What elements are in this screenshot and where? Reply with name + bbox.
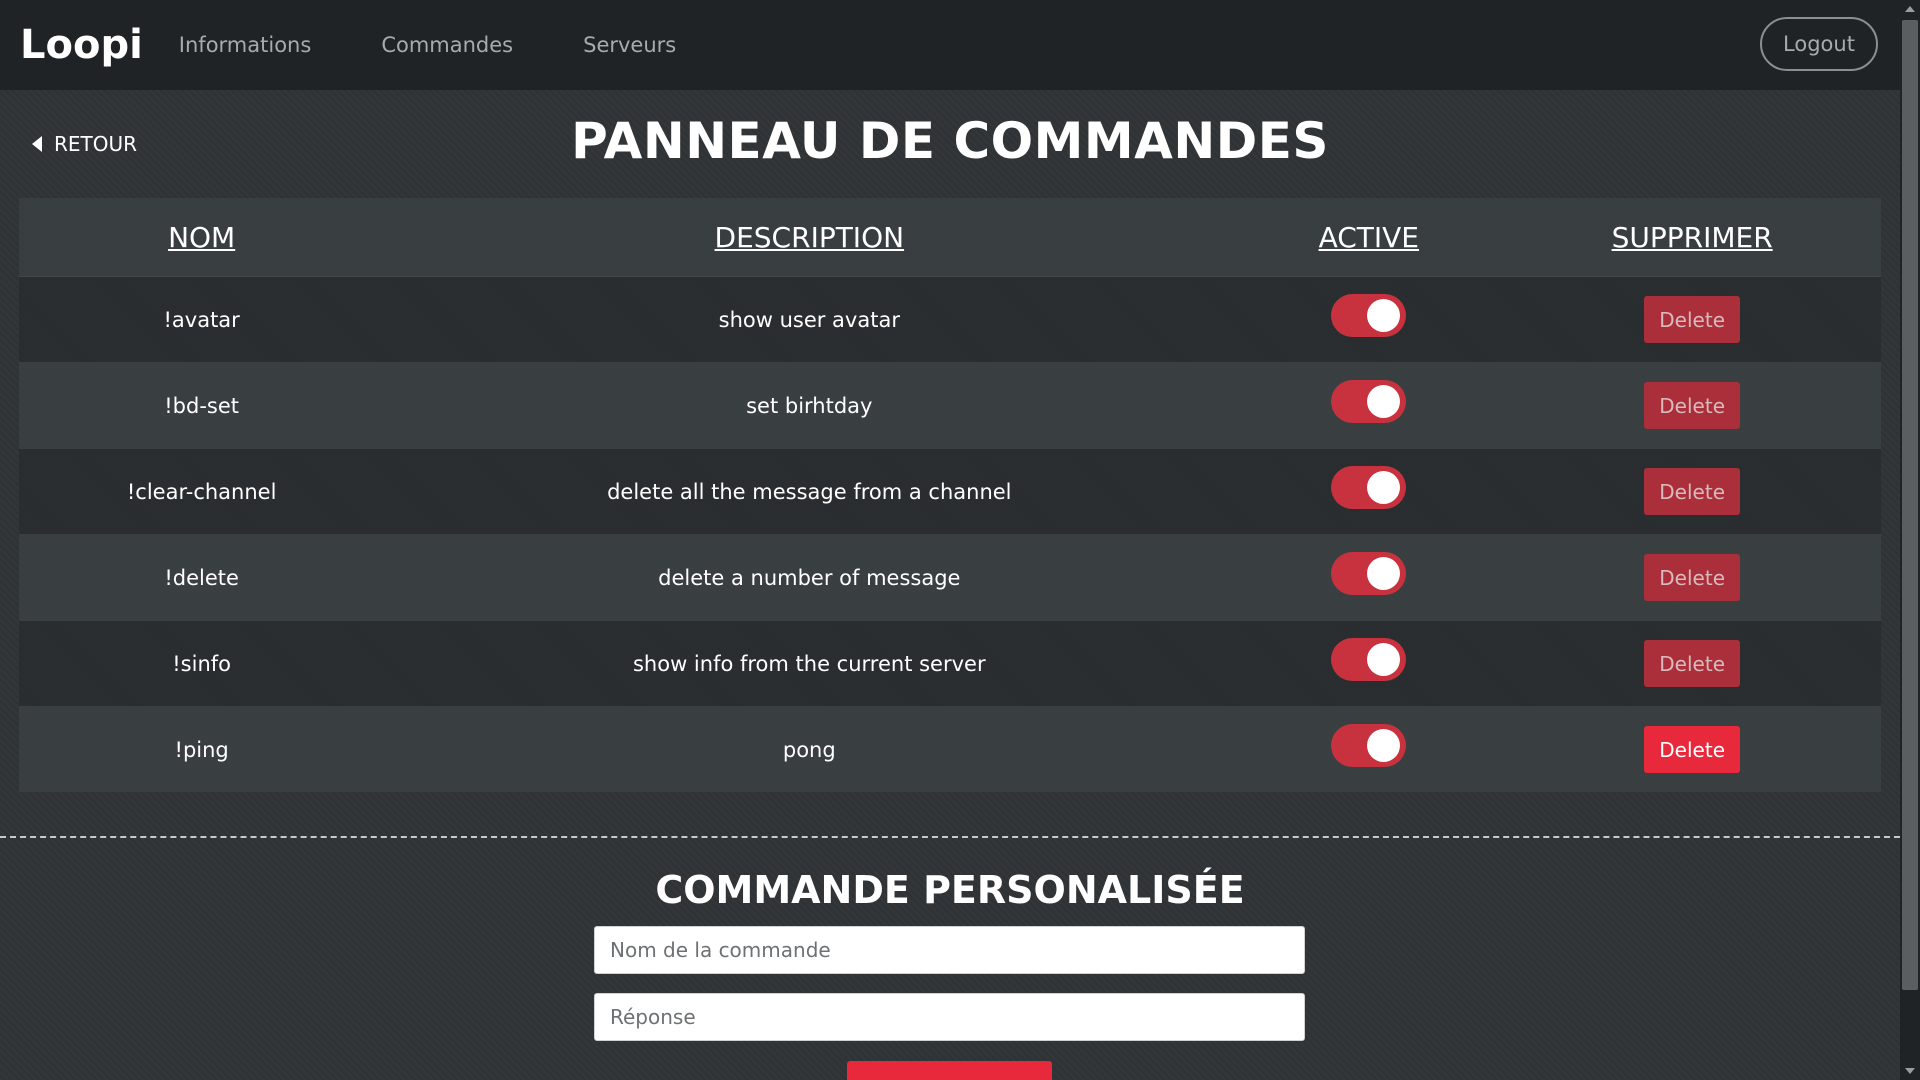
- page: Loopi Informations Commandes Serveurs Lo…: [0, 0, 1920, 1080]
- active-cell: [1234, 706, 1504, 792]
- column-header-active: ACTIVE: [1234, 198, 1504, 277]
- table-row: !avatar show user avatar Delete: [19, 276, 1881, 363]
- toggle-knob: [1367, 643, 1401, 676]
- scroll-up-arrow-icon[interactable]: [1905, 6, 1915, 12]
- command-description: show user avatar: [384, 276, 1235, 363]
- delete-cell: Delete: [1503, 362, 1881, 449]
- active-cell: [1234, 362, 1504, 449]
- logout-button[interactable]: Logout: [1760, 17, 1878, 71]
- toggle-knob: [1367, 729, 1401, 762]
- active-cell: [1234, 534, 1504, 621]
- delete-cell: Delete: [1503, 706, 1881, 792]
- submit-command-button[interactable]: [847, 1061, 1052, 1080]
- page-title: PANNEAU DE COMMANDES: [571, 112, 1329, 170]
- commands-table: NOM DESCRIPTION ACTIVE SUPPRIMER !avatar…: [19, 198, 1881, 792]
- column-header-nom: NOM: [19, 198, 385, 277]
- command-name: !sinfo: [19, 620, 385, 707]
- toggle-knob: [1367, 385, 1401, 418]
- toggle-knob: [1367, 557, 1401, 590]
- command-description: delete a number of message: [384, 534, 1235, 621]
- toggle-knob: [1367, 471, 1401, 504]
- column-header-supprimer: SUPPRIMER: [1503, 198, 1881, 277]
- delete-cell: Delete: [1503, 620, 1881, 707]
- command-name: !ping: [19, 706, 385, 792]
- nav-links: Informations Commandes Serveurs: [179, 33, 746, 57]
- table-row: !delete delete a number of message Delet…: [19, 534, 1881, 621]
- active-cell: [1234, 448, 1504, 535]
- command-description: set birhtday: [384, 362, 1235, 449]
- delete-button[interactable]: Delete: [1644, 726, 1741, 773]
- active-toggle[interactable]: [1331, 380, 1407, 423]
- delete-cell: Delete: [1503, 534, 1881, 621]
- command-description: show info from the current server: [384, 620, 1235, 707]
- active-toggle[interactable]: [1331, 724, 1407, 767]
- active-cell: [1234, 620, 1504, 707]
- active-toggle[interactable]: [1331, 638, 1407, 681]
- table-row: !clear-channel delete all the message fr…: [19, 448, 1881, 535]
- table-row: !sinfo show info from the current server…: [19, 620, 1881, 707]
- response-input[interactable]: [594, 993, 1305, 1041]
- section-divider: [0, 836, 1900, 838]
- active-toggle[interactable]: [1331, 294, 1407, 337]
- brand-logo[interactable]: Loopi: [20, 22, 143, 68]
- delete-cell: Delete: [1503, 276, 1881, 363]
- command-name: !avatar: [19, 276, 385, 363]
- table-row: !bd-set set birhtday Delete: [19, 362, 1881, 449]
- delete-button[interactable]: Delete: [1644, 382, 1741, 429]
- command-name: !clear-channel: [19, 448, 385, 535]
- active-toggle[interactable]: [1331, 552, 1407, 595]
- command-description: delete all the message from a channel: [384, 448, 1235, 535]
- column-header-description: DESCRIPTION: [384, 198, 1235, 277]
- table-header-row: NOM DESCRIPTION ACTIVE SUPPRIMER: [19, 198, 1881, 277]
- command-description: pong: [384, 706, 1235, 792]
- scrollbar[interactable]: [1900, 0, 1920, 1080]
- navbar: Loopi Informations Commandes Serveurs Lo…: [0, 0, 1900, 90]
- command-name: !delete: [19, 534, 385, 621]
- delete-button[interactable]: Delete: [1644, 296, 1741, 343]
- custom-command-title: COMMANDE PERSONALISÉE: [655, 868, 1245, 912]
- command-name-input[interactable]: [594, 926, 1305, 974]
- nav-link-commandes[interactable]: Commandes: [381, 33, 513, 57]
- table-row: !ping pong Delete: [19, 706, 1881, 792]
- scrollbar-thumb[interactable]: [1902, 20, 1918, 990]
- scroll-down-arrow-icon[interactable]: [1905, 1068, 1915, 1074]
- active-toggle[interactable]: [1331, 466, 1407, 509]
- delete-button[interactable]: Delete: [1644, 640, 1741, 687]
- nav-link-serveurs[interactable]: Serveurs: [583, 33, 676, 57]
- delete-button[interactable]: Delete: [1644, 468, 1741, 515]
- delete-button[interactable]: Delete: [1644, 554, 1741, 601]
- command-name: !bd-set: [19, 362, 385, 449]
- delete-cell: Delete: [1503, 448, 1881, 535]
- toggle-knob: [1367, 299, 1401, 332]
- active-cell: [1234, 276, 1504, 363]
- nav-link-informations[interactable]: Informations: [179, 33, 312, 57]
